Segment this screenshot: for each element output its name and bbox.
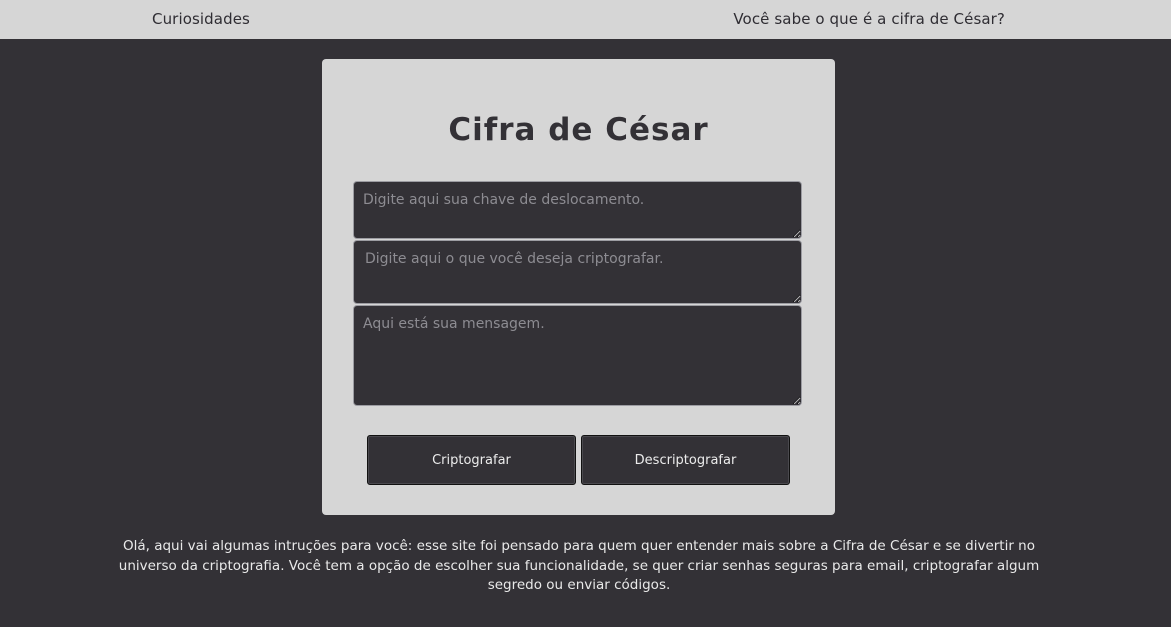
- nav-link-curiosidades[interactable]: Curiosidades: [152, 10, 250, 28]
- message-input[interactable]: [353, 240, 802, 304]
- output-message-field[interactable]: [353, 305, 802, 406]
- top-navigation-bar: Curiosidades Você sabe o que é a cifra d…: [0, 0, 1171, 39]
- shift-key-input[interactable]: [353, 181, 802, 239]
- cipher-card: Cifra de César Criptografar Descriptogra…: [322, 59, 835, 515]
- page-title: Cifra de César: [448, 112, 709, 148]
- decrypt-button[interactable]: Descriptografar: [581, 435, 790, 485]
- instructions-text: Olá, aqui vai algumas intruções para voc…: [118, 538, 1040, 593]
- encrypt-button[interactable]: Criptografar: [367, 435, 576, 485]
- nav-link-what-is-caesar-cipher[interactable]: Você sabe o que é a cifra de César?: [733, 10, 1005, 28]
